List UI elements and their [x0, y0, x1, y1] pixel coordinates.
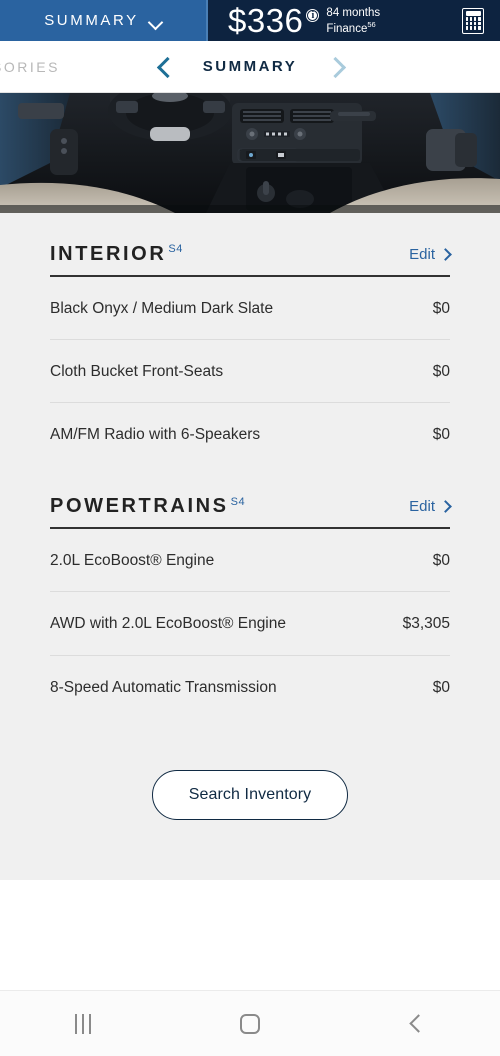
payment-calculator-button[interactable] [462, 7, 484, 34]
table-row: Cloth Bucket Front-Seats $0 [50, 340, 450, 404]
previous-step-label[interactable]: SORIES [0, 59, 60, 75]
edit-interior-label: Edit [409, 246, 435, 263]
option-name: Black Onyx / Medium Dark Slate [50, 300, 274, 317]
table-row: AWD with 2.0L EcoBoost® Engine $3,305 [50, 592, 450, 656]
app-root: SUMMARY $336 i 84 months Finance56 ORIES… [0, 0, 500, 1056]
recents-button[interactable] [48, 999, 118, 1049]
chevron-right-icon[interactable] [327, 58, 344, 75]
top-spacer [50, 213, 450, 244]
edit-interior-link[interactable]: Edit [409, 246, 452, 264]
section-powertrains: POWERTRAINS S4 Edit 2.0L EcoBoost® Engine… [50, 496, 452, 718]
edit-powertrains-link[interactable]: Edit [409, 498, 452, 516]
option-price: $0 [432, 363, 450, 381]
section-powertrains-footnote-superscript: S4 [230, 495, 246, 508]
current-step-title: SUMMARY [202, 58, 298, 75]
finance-footnote-superscript: 56 [367, 19, 376, 29]
option-name: AM/FM Radio with 6-Speakers [50, 426, 261, 444]
section-interior-footnote-superscript: S4 [168, 243, 183, 256]
chevron-right-icon [439, 499, 452, 513]
home-button[interactable] [215, 999, 285, 1049]
system-navigation-bar [0, 990, 500, 1056]
option-price: $0 [432, 552, 450, 570]
section-interior: INTERIOR S4 Edit Black Onyx / Medium Dark… [50, 244, 452, 465]
finance-term-months: 84 months [326, 6, 381, 19]
recents-icon [75, 1013, 92, 1034]
step-navigation-bar: SORIES SUMMARY [0, 41, 500, 93]
section-powertrains-title: POWERTRAINS S4 [50, 496, 245, 516]
table-row: Black Onyx / Medium Dark Slate $0 [50, 277, 450, 341]
chevron-down-icon [149, 17, 162, 25]
option-price: $0 [432, 426, 450, 444]
section-interior-title: INTERIOR S4 [50, 244, 183, 264]
section-interior-header: INTERIOR S4 Edit [50, 244, 452, 277]
calculator-icon [462, 7, 484, 34]
table-row: AM/FM Radio with 6-Speakers $0 [50, 403, 450, 465]
price-panel: $336 i 84 months Finance56 [206, 0, 500, 41]
finance-type-label: Finance [326, 22, 368, 35]
chevron-left-icon[interactable] [156, 58, 173, 75]
chevron-right-icon [439, 247, 452, 261]
summary-dropdown-button[interactable]: SUMMARY [0, 0, 206, 41]
section-interior-title-text: INTERIOR [50, 243, 167, 265]
option-name: 2.0L EcoBoost® Engine [50, 552, 215, 570]
back-button[interactable] [382, 999, 452, 1049]
section-powertrains-header: POWERTRAINS S4 Edit [50, 496, 452, 530]
finance-term-block: 84 months Finance56 [326, 6, 380, 36]
search-inventory-button[interactable]: Search Inventory [151, 769, 349, 820]
cta-container: Search Inventory [50, 718, 450, 820]
price-header-bar: SUMMARY $336 i 84 months Finance56 [0, 0, 500, 41]
option-price: $0 [432, 300, 450, 317]
back-icon [409, 1014, 428, 1033]
section-powertrains-title-text: POWERTRAINS [50, 495, 229, 518]
step-nav-center: SUMMARY [156, 58, 344, 75]
option-price: $3,305 [402, 615, 450, 633]
vehicle-interior-image [0, 93, 500, 213]
info-icon[interactable]: i [306, 9, 320, 22]
summary-content: INTERIOR S4 Edit Black Onyx / Medium Dark… [0, 213, 500, 880]
table-row: 2.0L EcoBoost® Engine $0 [50, 529, 450, 593]
monthly-payment-amount: $336 [228, 2, 304, 39]
option-price: $0 [432, 678, 450, 696]
table-row: 8-Speed Automatic Transmission $0 [50, 656, 450, 718]
summary-dropdown-label: SUMMARY [44, 12, 139, 29]
edit-powertrains-label: Edit [409, 498, 435, 516]
home-icon [239, 1013, 260, 1034]
option-name: AWD with 2.0L EcoBoost® Engine [50, 615, 286, 633]
option-name: 8-Speed Automatic Transmission [50, 678, 277, 696]
option-name: Cloth Bucket Front-Seats [50, 363, 224, 381]
